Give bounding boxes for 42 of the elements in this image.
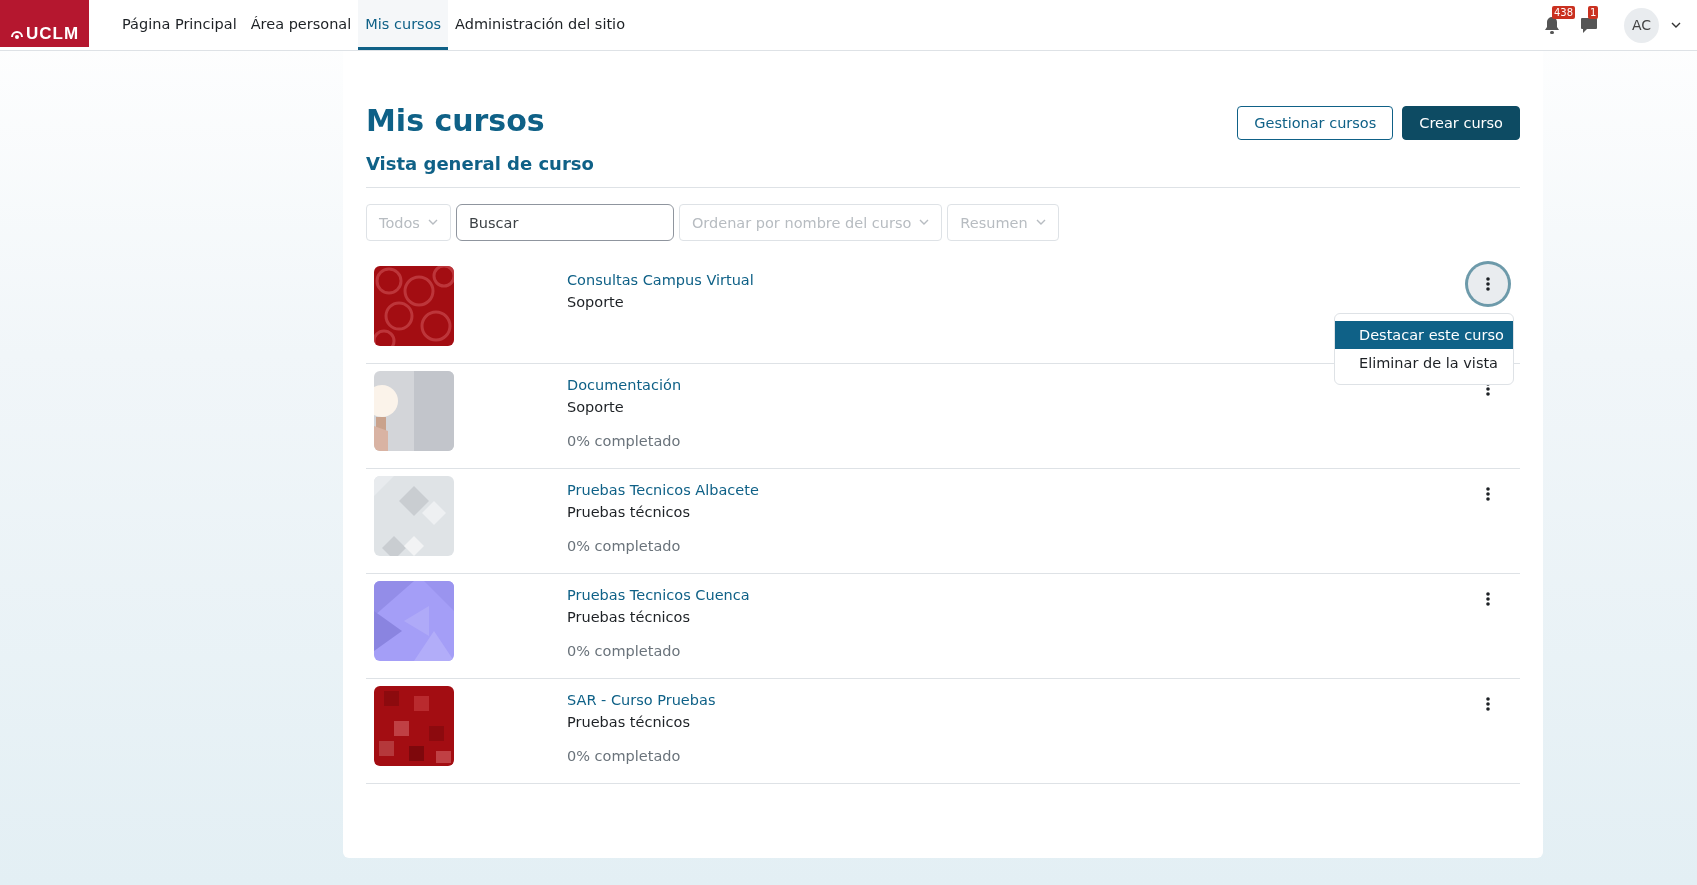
- search-field[interactable]: Buscar: [455, 204, 674, 241]
- kebab-icon: [1486, 697, 1490, 711]
- course-category: Soporte: [567, 398, 625, 417]
- logo-text: UCLM: [26, 25, 80, 42]
- course-link[interactable]: Pruebas Tecnicos Albacete: [567, 479, 759, 501]
- nav-link[interactable]: Administración del sitio: [448, 0, 633, 50]
- action-button[interactable]: Crear curso: [1402, 106, 1520, 140]
- caret-icon: [427, 219, 438, 226]
- message-count: 1: [1588, 6, 1599, 19]
- more-button[interactable]: [1468, 264, 1508, 304]
- course-link[interactable]: SAR - Curso Pruebas: [567, 689, 716, 711]
- progress-text: 0% completado: [567, 747, 682, 766]
- progress-text: 0% completado: [567, 537, 682, 556]
- course-link[interactable]: Documentación: [567, 374, 682, 396]
- bell-icon[interactable]: [1544, 16, 1560, 34]
- logo[interactable]: UCLM: [0, 0, 89, 47]
- kebab-icon: [1486, 592, 1490, 606]
- kebab-icon: [1486, 382, 1490, 396]
- course-category: Pruebas técnicos: [567, 503, 691, 522]
- caret-icon: [1035, 219, 1046, 226]
- course-link[interactable]: Consultas Campus Virtual: [567, 269, 754, 291]
- menu-item[interactable]: Eliminar de la vista: [1335, 349, 1513, 377]
- kebab-icon: [1486, 487, 1490, 501]
- course-category: Soporte: [567, 293, 625, 312]
- chat-icon[interactable]: [1580, 16, 1598, 34]
- progress-text: 0% completado: [567, 642, 682, 661]
- course-category: Pruebas técnicos: [567, 713, 691, 732]
- course-category: Pruebas técnicos: [567, 608, 691, 627]
- course-link[interactable]: Pruebas Tecnicos Cuenca: [567, 584, 750, 606]
- progress-text: 0% completado: [567, 432, 682, 451]
- caret-icon: [919, 219, 930, 226]
- caret-icon[interactable]: [1671, 21, 1681, 29]
- user-avatar[interactable]: AC: [1624, 7, 1659, 43]
- kebab-icon: [1486, 277, 1490, 291]
- section-heading: Vista general de curso: [366, 153, 594, 174]
- nav-link[interactable]: Página Principal: [115, 0, 244, 50]
- action-button[interactable]: Gestionar cursos: [1237, 106, 1394, 140]
- page-title: Mis cursos: [366, 103, 546, 139]
- menu-item[interactable]: Destacar este curso: [1335, 321, 1513, 349]
- nav-link[interactable]: Área personal: [243, 0, 359, 50]
- nav-link[interactable]: Mis cursos: [358, 0, 449, 50]
- notification-count: 438: [1552, 6, 1576, 19]
